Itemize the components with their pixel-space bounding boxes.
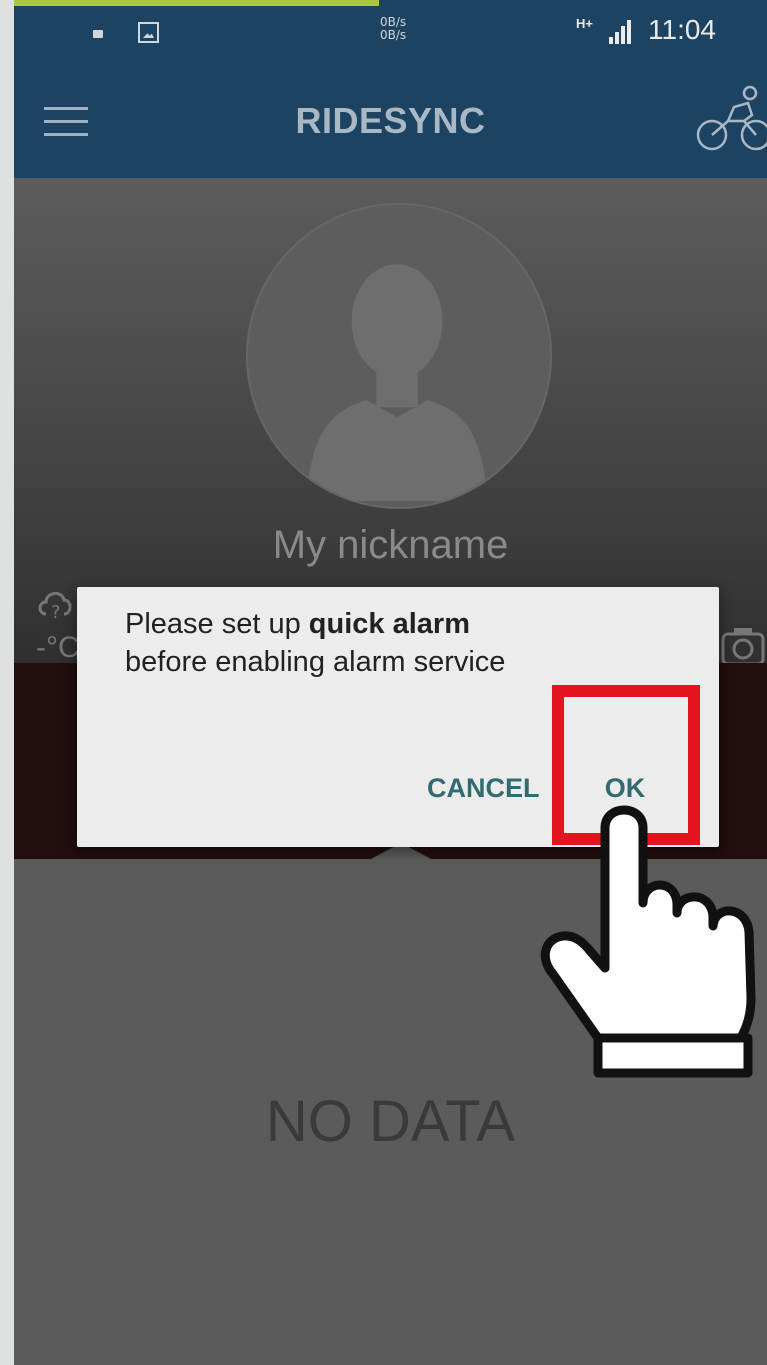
camera-icon[interactable] [720, 626, 766, 666]
avatar[interactable] [246, 203, 552, 509]
signal-icon [609, 20, 631, 44]
no-data-text: NO DATA [265, 1089, 516, 1154]
nickname[interactable]: My nickname [14, 523, 767, 568]
status-bar: 0B/s 0B/s H+ 11:04 [14, 0, 767, 60]
network-speed: 0B/s 0B/s [380, 16, 406, 42]
download-speed: 0B/s [380, 28, 407, 42]
image-icon [138, 22, 159, 43]
bicycle-rider-icon[interactable] [694, 85, 767, 155]
dialog-message-prefix: Please set up [125, 608, 309, 640]
network-type: H+ [576, 16, 593, 31]
phone-screen: 0B/s 0B/s H+ 11:04 RIDESYNC My nickname … [14, 0, 767, 1365]
dialog-message: Please set up quick alarm before enabling… [125, 605, 685, 681]
app-title: RIDESYNC [295, 100, 486, 141]
loading-indicator [14, 0, 379, 6]
dialog-message-bold: quick alarm [308, 608, 470, 640]
weather-temperature: -°C [36, 631, 80, 664]
dialog-message-suffix: before enabling alarm service [125, 646, 506, 678]
app-header: RIDESYNC [14, 60, 767, 178]
weather-unknown-icon: ? [38, 592, 72, 623]
person-silhouette-icon [307, 264, 487, 502]
message-icon [93, 30, 103, 38]
clock: 11:04 [648, 14, 716, 45]
svg-text:?: ? [51, 602, 61, 623]
pointing-hand-icon [540, 805, 756, 1078]
